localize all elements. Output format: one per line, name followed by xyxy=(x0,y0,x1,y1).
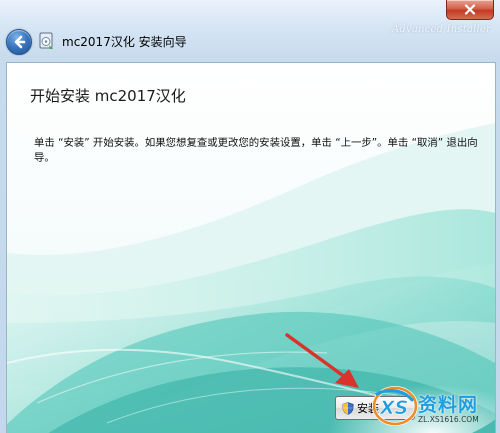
install-button-label: 安装 xyxy=(357,402,379,415)
background-swirl-graphic xyxy=(7,63,495,433)
back-button[interactable] xyxy=(6,29,32,55)
title-bar: mc2017汉化 安装向导 Advanced Installer xyxy=(0,0,500,62)
uac-shield-icon xyxy=(342,401,354,415)
install-button[interactable]: 安装 xyxy=(335,396,415,420)
installer-window: mc2017汉化 安装向导 Advanced Installer 开始安装 mc… xyxy=(0,0,500,433)
instructions-text: 单击 “安装” 开始安装。如果您想复查或更改您的安装设置，单击 “上一步”。单击… xyxy=(34,137,478,164)
installer-app-icon xyxy=(39,32,53,49)
wizard-content-panel: 开始安装 mc2017汉化 单击 “安装” 开始安装。如果您想复查或更改您的安装… xyxy=(6,62,496,433)
page-heading: 开始安装 mc2017汉化 xyxy=(30,87,186,105)
close-icon xyxy=(464,4,476,15)
window-title: mc2017汉化 安装向导 xyxy=(62,35,187,49)
advanced-installer-watermark: Advanced Installer xyxy=(392,24,491,35)
close-button[interactable] xyxy=(446,0,494,20)
back-arrow-icon xyxy=(14,35,26,49)
